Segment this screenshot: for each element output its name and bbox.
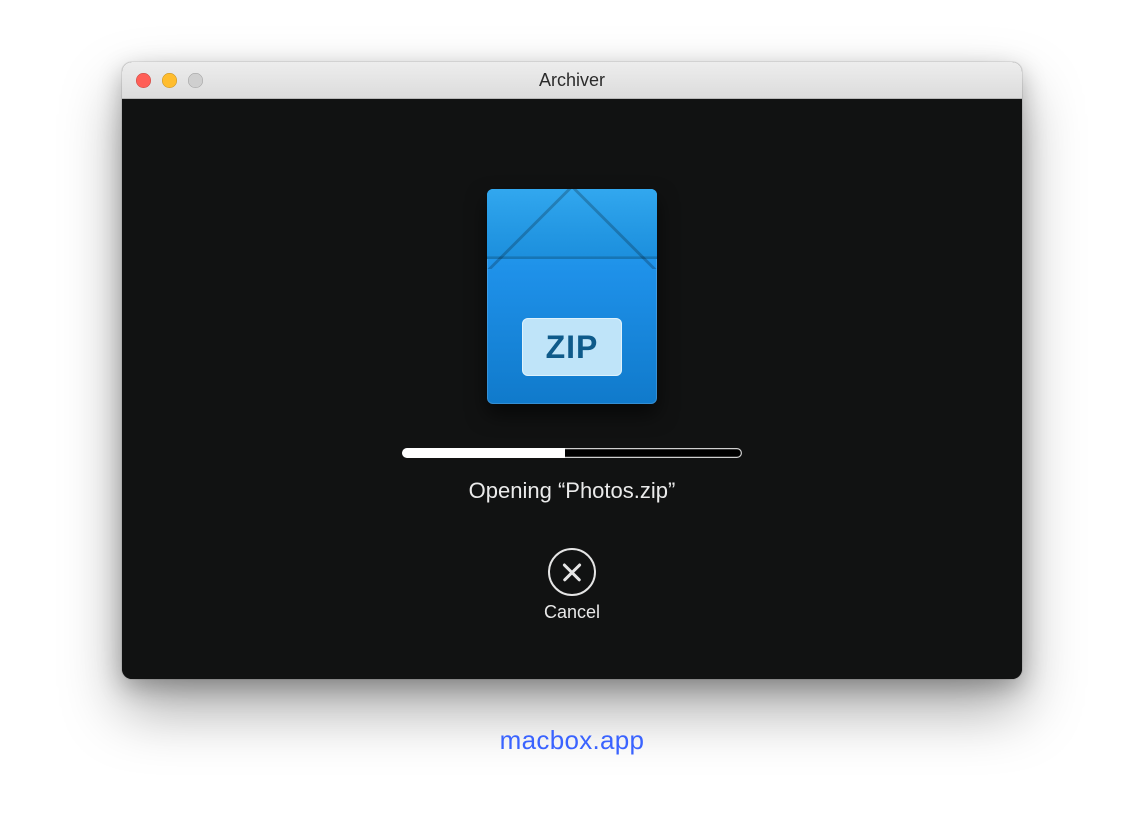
close-icon [548, 548, 596, 596]
zip-badge: ZIP [522, 318, 622, 376]
titlebar[interactable]: Archiver [122, 62, 1022, 99]
watermark-link[interactable]: macbox.app [500, 725, 645, 756]
cancel-label: Cancel [544, 602, 600, 623]
app-window: Archiver ZIP Opening “Photos.zip” Cancel [122, 62, 1022, 679]
status-text: Opening “Photos.zip” [469, 478, 676, 504]
progress-fill [402, 448, 565, 458]
window-title: Archiver [122, 70, 1022, 91]
cancel-button[interactable]: Cancel [544, 548, 600, 623]
zoom-window-button[interactable] [188, 73, 203, 88]
window-controls [122, 73, 203, 88]
progress-bar [402, 448, 742, 458]
zip-archive-icon: ZIP [487, 189, 657, 404]
close-window-button[interactable] [136, 73, 151, 88]
minimize-window-button[interactable] [162, 73, 177, 88]
window-content: ZIP Opening “Photos.zip” Cancel [122, 99, 1022, 679]
